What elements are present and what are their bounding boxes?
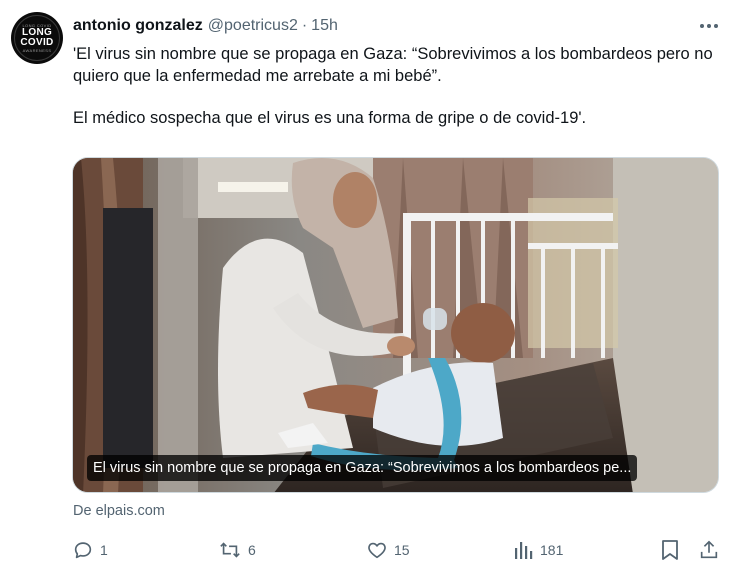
avatar[interactable]: LONG COVID LONG COVID AWARENESS — [11, 12, 63, 64]
reply-count: 1 — [100, 542, 108, 558]
post-time[interactable]: 15h — [311, 17, 338, 35]
post-paragraph-2: El médico sospecha que el virus es una f… — [73, 109, 587, 127]
link-card[interactable]: El virus sin nombre que se propaga en Ga… — [72, 157, 719, 493]
article-photo — [73, 158, 718, 492]
author-handle[interactable]: @poetricus2 — [208, 17, 298, 35]
action-bar: 1 6 15 181 — [72, 536, 722, 564]
bookmark-icon — [662, 540, 678, 560]
tweet[interactable]: LONG COVID LONG COVID AWARENESS antonio … — [0, 0, 742, 570]
link-source[interactable]: De elpais.com — [73, 503, 165, 519]
reply-button[interactable]: 1 — [72, 536, 108, 564]
views-button[interactable]: 181 — [514, 536, 563, 564]
bookmark-button[interactable] — [660, 536, 680, 564]
post-paragraph-1: 'El virus sin nombre que se propaga en G… — [73, 45, 713, 85]
more-icon — [700, 24, 718, 28]
avatar-bottom-text: AWARENESS — [22, 48, 52, 53]
views-count: 181 — [540, 542, 564, 558]
more-options-button[interactable] — [696, 14, 722, 38]
repost-icon — [220, 542, 240, 558]
share-button[interactable] — [698, 536, 720, 564]
share-icon — [700, 540, 718, 559]
avatar-text-line2: COVID — [20, 37, 54, 48]
like-button[interactable]: 15 — [366, 536, 410, 564]
reply-icon — [74, 542, 92, 559]
views-icon — [515, 542, 533, 559]
tweet-header: antonio gonzalez @poetricus2 · 15h — [73, 15, 338, 37]
post-text: 'El virus sin nombre que se propaga en G… — [73, 43, 733, 129]
author-name[interactable]: antonio gonzalez — [73, 17, 203, 35]
repost-count: 6 — [248, 542, 256, 558]
heart-icon — [368, 542, 386, 559]
like-count: 15 — [394, 542, 410, 558]
repost-button[interactable]: 6 — [218, 536, 256, 564]
header-separator: · — [301, 17, 308, 34]
card-caption: El virus sin nombre que se propaga en Ga… — [87, 455, 638, 481]
